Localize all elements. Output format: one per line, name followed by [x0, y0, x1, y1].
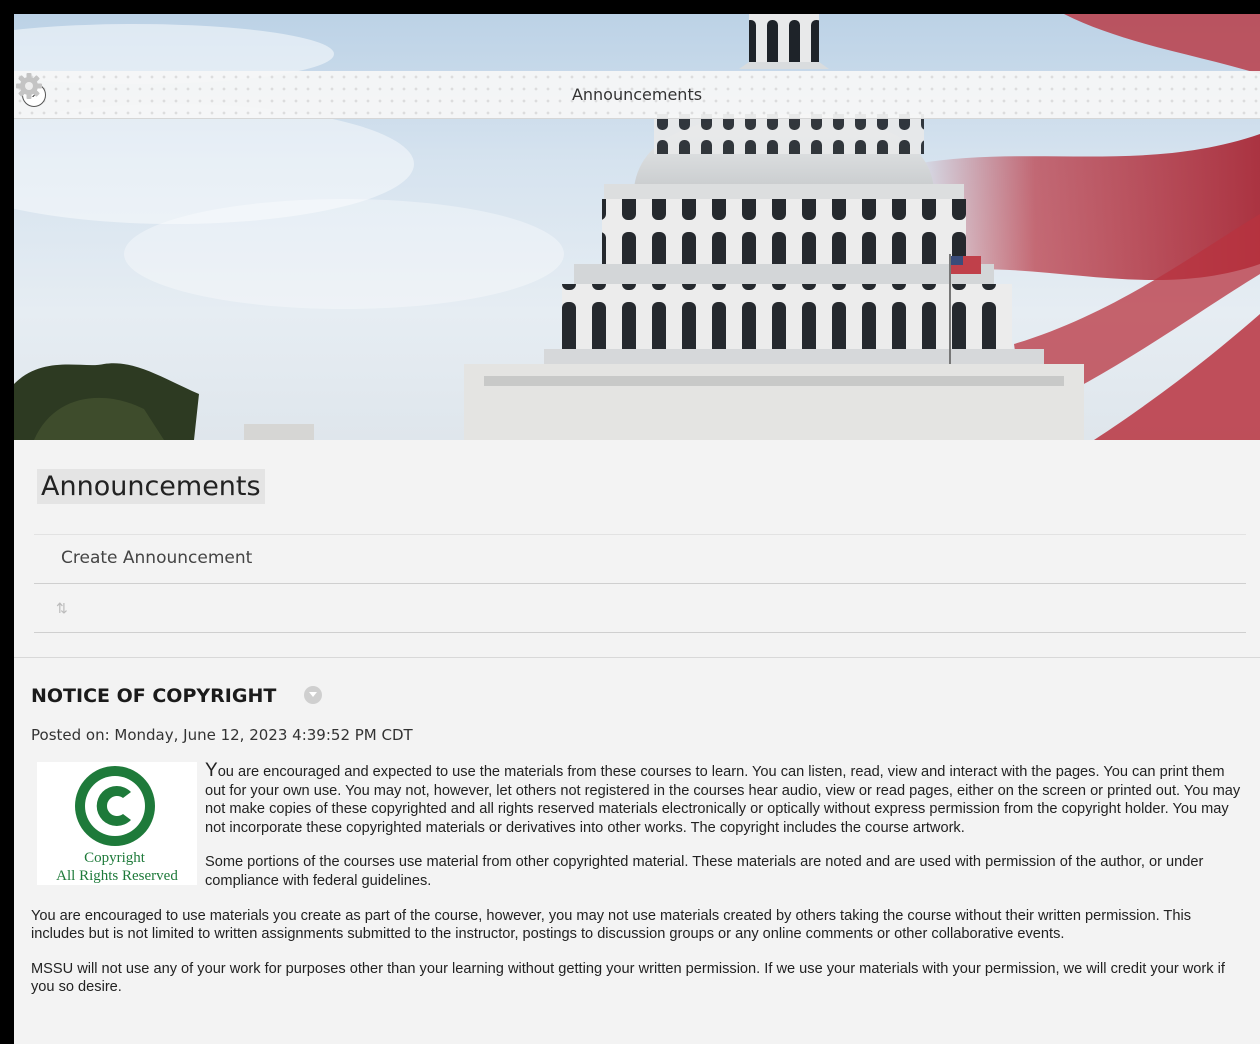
chevron-down-icon[interactable] — [304, 686, 322, 704]
announcement-body: Copyright All Rights Reserved You are en… — [31, 760, 1246, 997]
divider — [34, 632, 1246, 633]
course-topbar: › Announcements — [14, 71, 1260, 119]
logo-caption-line2: All Rights Reserved — [56, 868, 178, 884]
logo-caption-line1: Copyright — [84, 850, 145, 866]
announcement-paragraph: You are encouraged to use materials you … — [31, 907, 1192, 943]
announcement-paragraph: You are encouraged and expected to use t… — [31, 760, 1246, 837]
divider — [14, 657, 1260, 658]
announcement-title: NOTICE OF COPYRIGHT — [31, 685, 277, 707]
gear-icon[interactable] — [14, 71, 44, 101]
copyright-logo: Copyright All Rights Reserved — [37, 762, 197, 885]
copyright-icon — [75, 766, 155, 846]
page-title: Announcements — [37, 469, 265, 504]
topbar-title: Announcements — [571, 85, 703, 104]
announcement-paragraph: Some portions of the courses use materia… — [205, 854, 1204, 889]
course-banner: › Announcements — [14, 14, 1260, 440]
divider — [34, 583, 1246, 584]
course-page: › Announcements Announcements Create Ann… — [14, 14, 1260, 1044]
divider — [34, 534, 1246, 535]
announcement-paragraph: MSSU will not use any of your work for p… — [31, 960, 1225, 996]
sort-arrows-icon[interactable]: ⇅ — [56, 600, 68, 617]
announcement-posted-date: Posted on: Monday, June 12, 2023 4:39:52… — [31, 726, 413, 744]
drop-cap: Y — [205, 760, 218, 781]
create-announcement-button[interactable]: Create Announcement — [61, 548, 252, 568]
paragraph-text: ou are encouraged and expected to use th… — [205, 764, 1241, 836]
